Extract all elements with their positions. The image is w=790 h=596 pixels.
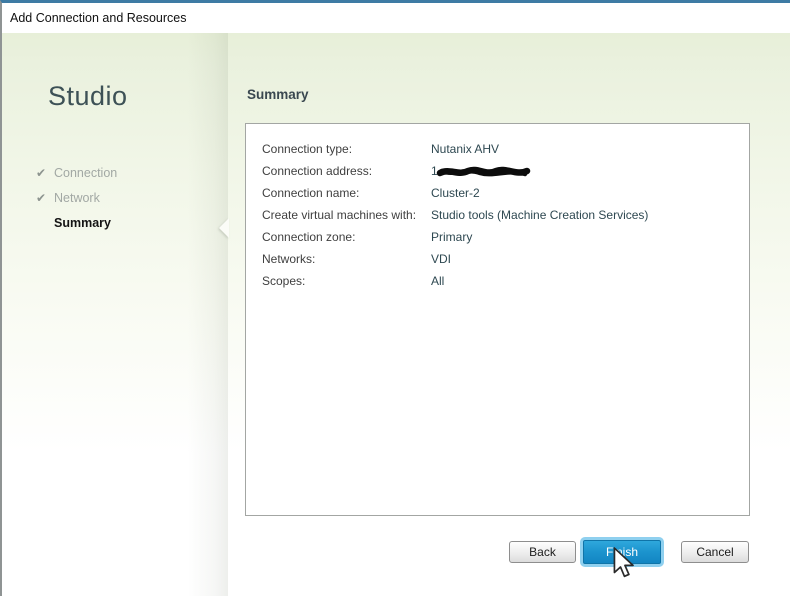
summary-box: Connection type: Nutanix AHV Connection … (245, 123, 750, 516)
sidebar-step-network[interactable]: ✔ Network (2, 186, 228, 211)
sidebar-step-connection[interactable]: ✔ Connection (2, 161, 228, 186)
step-label: Summary (54, 216, 111, 230)
row-label: Connection address: (262, 160, 431, 182)
summary-row: Connection name: Cluster-2 (262, 182, 749, 204)
summary-row: Create virtual machines with: Studio too… (262, 204, 749, 226)
row-value: 1 (431, 160, 532, 182)
row-value: Studio tools (Machine Creation Services) (431, 204, 648, 226)
check-icon: ✔ (36, 161, 46, 186)
row-value: All (431, 270, 444, 292)
step-label: Connection (54, 166, 117, 180)
page-title: Summary (247, 87, 309, 102)
row-value: VDI (431, 248, 451, 270)
row-label: Create virtual machines with: (262, 204, 431, 226)
finish-button[interactable]: Finish (580, 537, 664, 567)
back-button[interactable]: Back (509, 541, 576, 563)
summary-row: Connection address: 1 (262, 160, 749, 182)
summary-row: Networks: VDI (262, 248, 749, 270)
studio-brand: Studio (48, 81, 128, 112)
row-value: Nutanix AHV (431, 138, 499, 160)
row-label: Connection name: (262, 182, 431, 204)
row-label: Networks: (262, 248, 431, 270)
window-title: Add Connection and Resources (10, 3, 187, 33)
summary-row: Connection zone: Primary (262, 226, 749, 248)
row-value: Primary (431, 226, 472, 248)
wizard-sidebar: Studio ✔ Connection ✔ Network Summary (2, 33, 228, 596)
row-label: Scopes: (262, 270, 431, 292)
summary-rows: Connection type: Nutanix AHV Connection … (246, 124, 749, 292)
cancel-button[interactable]: Cancel (681, 541, 749, 563)
row-value: Cluster-2 (431, 182, 480, 204)
step-label: Network (54, 191, 100, 205)
sidebar-step-summary: Summary (2, 211, 228, 236)
summary-row: Scopes: All (262, 270, 749, 292)
wizard-steps: ✔ Connection ✔ Network Summary (2, 161, 228, 236)
current-step-notch-icon (219, 218, 229, 238)
wizard-dialog: Add Connection and Resources Studio ✔ Con… (0, 0, 790, 596)
row-label: Connection zone: (262, 226, 431, 248)
row-label: Connection type: (262, 138, 431, 160)
redaction-scribble-icon (436, 165, 532, 179)
summary-row: Connection type: Nutanix AHV (262, 138, 749, 160)
titlebar: Add Connection and Resources (2, 3, 790, 33)
check-icon: ✔ (36, 186, 46, 211)
